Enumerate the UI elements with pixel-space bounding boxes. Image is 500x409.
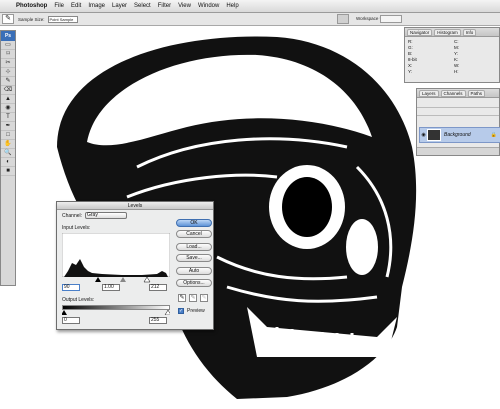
gray-eyedropper-icon[interactable]: ✎	[189, 294, 197, 302]
sharpen-tool-icon[interactable]: ▲	[1, 95, 15, 104]
workspace-menu[interactable]: Workspace ▾	[356, 16, 382, 22]
layer-background[interactable]: ◉ Background 🔒	[419, 127, 500, 143]
layer-name: Background	[444, 132, 471, 138]
info-y-coord: Y:	[408, 69, 413, 74]
ok-button[interactable]: OK	[176, 219, 212, 227]
info-panel: Navigator Histogram Info R: C: G: M: B: …	[404, 27, 500, 83]
zoom-tool-icon[interactable]: 🔍	[1, 149, 15, 158]
preview-checkbox[interactable]: ✓	[178, 308, 184, 314]
menu-image[interactable]: Image	[88, 3, 105, 9]
options-bar: ✎ Sample Size: Point Sample Workspace ▾	[0, 13, 500, 26]
options-button[interactable]: Options...	[176, 279, 212, 287]
menu-bar: Photoshop File Edit Image Layer Select F…	[0, 0, 500, 13]
menu-window[interactable]: Window	[198, 3, 219, 9]
menu-layer[interactable]: Layer	[112, 3, 127, 9]
heal-tool-icon[interactable]: ⊹	[1, 68, 15, 77]
channel-select[interactable]: Gray	[85, 212, 127, 219]
channel-label: Channel:	[62, 213, 83, 219]
tab-histogram[interactable]: Histogram	[434, 28, 461, 36]
layer-thumbnail	[427, 129, 441, 141]
info-m: M:	[454, 45, 459, 50]
layer-lock-row	[417, 108, 499, 116]
workspace-icon[interactable]	[337, 14, 349, 24]
lasso-tool-icon[interactable]: ⌑	[1, 50, 15, 59]
marquee-tool-icon[interactable]: ▭	[1, 41, 15, 50]
quickmask-icon[interactable]: ◐	[1, 158, 15, 167]
levels-title: Levels	[57, 202, 213, 210]
levels-dialog: Levels Channel: Gray Input Levels: 90 1.…	[56, 201, 214, 330]
tab-layers[interactable]: Layers	[419, 89, 439, 97]
tab-paths[interactable]: Paths	[467, 89, 486, 97]
brush-tool-icon[interactable]: ✎	[1, 77, 15, 86]
info-b: B:	[408, 51, 413, 56]
input-gamma-field[interactable]: 1.00	[102, 284, 120, 291]
info-c: C:	[454, 39, 459, 44]
color-swatch-icon[interactable]: ■	[1, 167, 15, 176]
tab-navigator[interactable]: Navigator	[407, 28, 433, 36]
input-slider[interactable]	[62, 277, 170, 283]
info-x: X:	[408, 63, 413, 68]
input-white-field[interactable]: 212	[149, 284, 167, 291]
photoshop-logo: Ps	[1, 31, 15, 41]
pen-tool-icon[interactable]: ✒	[1, 122, 15, 131]
sample-size-select[interactable]: Point Sample	[47, 15, 78, 23]
shape-tool-icon[interactable]: □	[1, 131, 15, 140]
output-levels-label: Output Levels:	[62, 297, 95, 303]
menu-select[interactable]: Select	[134, 3, 151, 9]
layer-footer-bar	[417, 147, 499, 155]
menu-edit[interactable]: Edit	[71, 3, 81, 9]
save-button[interactable]: Save...	[176, 254, 212, 262]
hand-tool-icon[interactable]: ✋	[1, 140, 15, 149]
load-button[interactable]: Load...	[176, 243, 212, 251]
input-black-field[interactable]: 90	[62, 284, 80, 291]
output-white-field[interactable]: 255	[149, 317, 167, 324]
info-y: Y:	[454, 51, 459, 56]
palette-well[interactable]	[380, 15, 402, 23]
output-black-field[interactable]: 0	[62, 317, 80, 324]
black-eyedropper-icon[interactable]: ✎	[178, 294, 186, 302]
info-w: W:	[454, 63, 460, 68]
layers-panel: Layers Channels Paths ◉ Background 🔒	[416, 88, 500, 156]
info-k: K:	[454, 57, 459, 62]
eraser-tool-icon[interactable]: ⌫	[1, 86, 15, 95]
cancel-button[interactable]: Cancel	[176, 230, 212, 238]
tab-channels[interactable]: Channels	[440, 89, 466, 97]
info-r: R:	[408, 39, 413, 44]
menu-filter[interactable]: Filter	[158, 3, 171, 9]
lock-icon: 🔒	[490, 132, 497, 138]
menu-view[interactable]: View	[178, 3, 191, 9]
app-menu[interactable]: Photoshop	[16, 3, 47, 9]
type-tool-icon[interactable]: T	[1, 113, 15, 122]
input-levels-label: Input Levels:	[62, 225, 91, 231]
output-slider[interactable]	[62, 310, 170, 315]
menu-file[interactable]: File	[54, 3, 64, 9]
layer-options-row	[417, 98, 499, 108]
info-bitdepth: 8-bit	[408, 57, 417, 62]
toolbox: Ps ▭ ⌑ ✂ ⊹ ✎ ⌫ ▲ ◉ T ✒ □ ✋ 🔍 ◐ ■	[0, 30, 16, 286]
eye-icon[interactable]: ◉	[420, 132, 427, 138]
preview-label: Preview	[187, 308, 205, 314]
sample-size-label: Sample Size:	[18, 16, 45, 22]
tab-info[interactable]: Info	[462, 28, 477, 36]
crop-tool-icon[interactable]: ✂	[1, 59, 15, 68]
eyedropper-icon[interactable]: ✎	[2, 14, 14, 24]
info-g: G:	[408, 45, 413, 50]
dodge-tool-icon[interactable]: ◉	[1, 104, 15, 113]
white-eyedropper-icon[interactable]: ✎	[200, 294, 208, 302]
info-h: H:	[454, 69, 459, 74]
histogram-graph	[62, 233, 170, 277]
auto-button[interactable]: Auto	[176, 267, 212, 275]
menu-help[interactable]: Help	[226, 3, 238, 9]
